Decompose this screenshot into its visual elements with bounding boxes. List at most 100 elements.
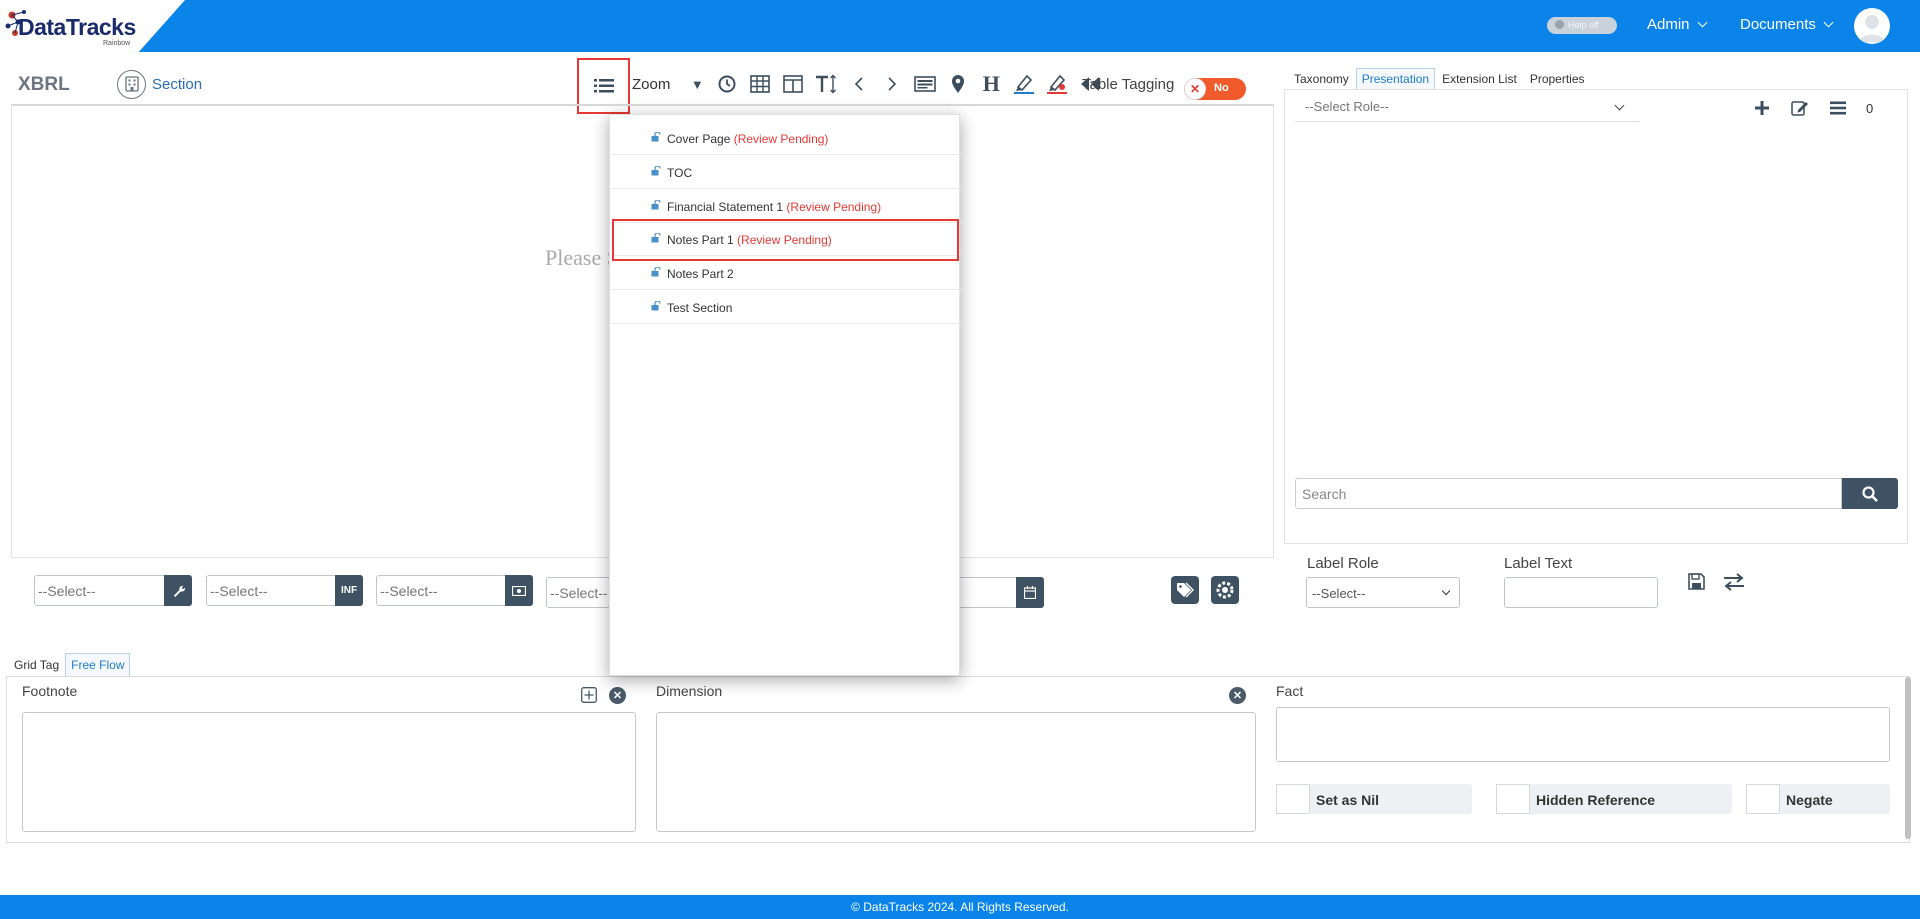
- section-item-notes-part-2[interactable]: Notes Part 2: [610, 257, 961, 290]
- help-toggle[interactable]: Help off: [1547, 17, 1617, 34]
- select-4[interactable]: --Select--: [546, 577, 610, 608]
- section-item-test-section[interactable]: Test Section: [610, 291, 961, 324]
- tags-icon: [1177, 582, 1194, 598]
- set-as-nil-checkbox[interactable]: Set as Nil: [1276, 784, 1472, 814]
- right-panel-tabs: Taxonomy Presentation Extension List Pro…: [1288, 68, 1592, 90]
- document-placeholder: Please S: [545, 245, 619, 270]
- highlighter-remove-icon[interactable]: [1046, 73, 1068, 95]
- search-button[interactable]: [1842, 478, 1898, 509]
- admin-menu-label: Admin: [1647, 16, 1690, 33]
- tab-presentation[interactable]: Presentation: [1355, 68, 1436, 90]
- footnote-textarea[interactable]: [22, 712, 636, 832]
- edit-icon[interactable]: [1790, 98, 1810, 118]
- tab-taxonomy[interactable]: Taxonomy: [1288, 68, 1355, 90]
- save-icon[interactable]: [1688, 573, 1705, 593]
- section-item-toc[interactable]: TOC: [610, 156, 961, 189]
- fact-label: Fact: [1276, 683, 1304, 699]
- top-header: DataTracks Rainbow Help off Admin Docume…: [0, 0, 1920, 52]
- tab-properties[interactable]: Properties: [1524, 68, 1591, 90]
- tags-button[interactable]: [1171, 576, 1199, 604]
- list-card-icon[interactable]: [914, 73, 937, 95]
- money-bill-icon[interactable]: [505, 575, 533, 606]
- highlighter-icon[interactable]: [1013, 73, 1035, 95]
- inf-icon[interactable]: INF: [335, 575, 363, 606]
- label-text-label: Label Text: [1504, 555, 1573, 572]
- toggle-knob: [1555, 20, 1564, 29]
- tab-grid-tag[interactable]: Grid Tag: [8, 653, 65, 677]
- tab-free-flow[interactable]: Free Flow: [65, 653, 131, 677]
- section-item-name: Cover Page: [667, 132, 731, 146]
- map-marker-icon[interactable]: [947, 73, 969, 95]
- building-icon: [117, 69, 146, 99]
- select-3[interactable]: --Select--: [376, 575, 533, 606]
- add-footnote-icon[interactable]: [581, 687, 597, 706]
- clear-footnote-icon[interactable]: ✕: [609, 687, 626, 704]
- search-input[interactable]: [1296, 479, 1841, 508]
- checkbox-square[interactable]: [1276, 784, 1310, 814]
- chevron-right-icon[interactable]: [881, 73, 903, 95]
- checkbox-square[interactable]: [1496, 784, 1530, 814]
- hidden-reference-checkbox[interactable]: Hidden Reference: [1496, 784, 1732, 814]
- table-tagging-toggle[interactable]: ✕ No: [1184, 78, 1246, 100]
- footnote-label: Footnote: [22, 683, 78, 699]
- label-role-select[interactable]: --Select--: [1306, 577, 1460, 608]
- label-text-input[interactable]: [1504, 577, 1658, 608]
- caret-down-icon[interactable]: ▼: [686, 73, 708, 95]
- set-as-nil-label: Set as Nil: [1316, 792, 1380, 808]
- section-item-status: (Review Pending): [733, 132, 829, 146]
- presentation-panel: [1284, 89, 1908, 544]
- role-select[interactable]: --Select Role--: [1295, 96, 1639, 122]
- clock-icon[interactable]: [716, 73, 738, 95]
- select-5[interactable]: [955, 577, 1044, 608]
- section-item-name: Financial Statement 1: [667, 200, 784, 214]
- user-avatar[interactable]: [1854, 8, 1890, 44]
- chevron-down-icon: [1697, 17, 1707, 28]
- wrench-icon[interactable]: [164, 575, 192, 606]
- table-icon[interactable]: [749, 73, 771, 95]
- user-silhouette-icon: [1859, 15, 1885, 42]
- calendar-icon[interactable]: [1016, 577, 1044, 608]
- chevron-down-icon: [1614, 100, 1625, 111]
- zoom-label: Zoom: [632, 75, 671, 93]
- fact-textarea[interactable]: [1276, 707, 1890, 762]
- help-toggle-label: Help off: [1568, 20, 1599, 30]
- clear-dimension-icon[interactable]: ✕: [1229, 687, 1246, 704]
- list-icon: [593, 79, 614, 93]
- select-2[interactable]: --Select-- INF: [206, 575, 363, 606]
- role-select-value: --Select Role--: [1305, 99, 1389, 114]
- documents-menu[interactable]: Documents: [1740, 16, 1834, 33]
- bottom-tabs: Grid Tag Free Flow: [8, 653, 131, 677]
- chevron-down-icon: [1823, 17, 1834, 28]
- tab-extension-list[interactable]: Extension List: [1436, 68, 1523, 90]
- menu-icon[interactable]: [1828, 98, 1848, 118]
- role-count: 0: [1866, 100, 1874, 116]
- settings-button[interactable]: [1211, 576, 1239, 604]
- chevron-down-icon: [1441, 586, 1451, 596]
- table-tagging-value: No: [1214, 82, 1229, 94]
- search-field[interactable]: [1295, 478, 1842, 509]
- swap-icon[interactable]: [1723, 573, 1745, 594]
- close-icon: ✕: [1184, 78, 1206, 100]
- chevron-left-icon[interactable]: [848, 73, 870, 95]
- columns-icon[interactable]: [782, 73, 804, 95]
- section-dropdown: Cover Page (Review Pending) TOC Financia…: [609, 114, 961, 676]
- plus-icon[interactable]: [1752, 98, 1772, 118]
- section-item-name: Notes Part 2: [667, 267, 734, 281]
- unlock-icon: [651, 200, 661, 210]
- select-2-value: --Select--: [210, 583, 268, 599]
- dimension-box[interactable]: [656, 712, 1256, 832]
- heading-icon[interactable]: H: [980, 71, 1002, 96]
- table-tagging-label: Table Tagging: [1082, 76, 1175, 93]
- logo-area: DataTracks Rainbow: [0, 0, 185, 52]
- page-title: XBRL: [18, 74, 70, 95]
- hidden-reference-label: Hidden Reference: [1536, 792, 1656, 808]
- section-button[interactable]: Section: [117, 69, 202, 99]
- select-1[interactable]: --Select--: [34, 575, 192, 606]
- toolbar-icons: Zoom ▼ H: [632, 70, 1112, 98]
- negate-checkbox[interactable]: Negate: [1746, 784, 1890, 814]
- checkbox-square[interactable]: [1746, 784, 1780, 814]
- text-height-icon[interactable]: [815, 73, 837, 95]
- bottom-scrollbar[interactable]: [1905, 677, 1911, 839]
- section-item-cover-page[interactable]: Cover Page (Review Pending): [610, 122, 961, 155]
- admin-menu[interactable]: Admin: [1647, 16, 1707, 33]
